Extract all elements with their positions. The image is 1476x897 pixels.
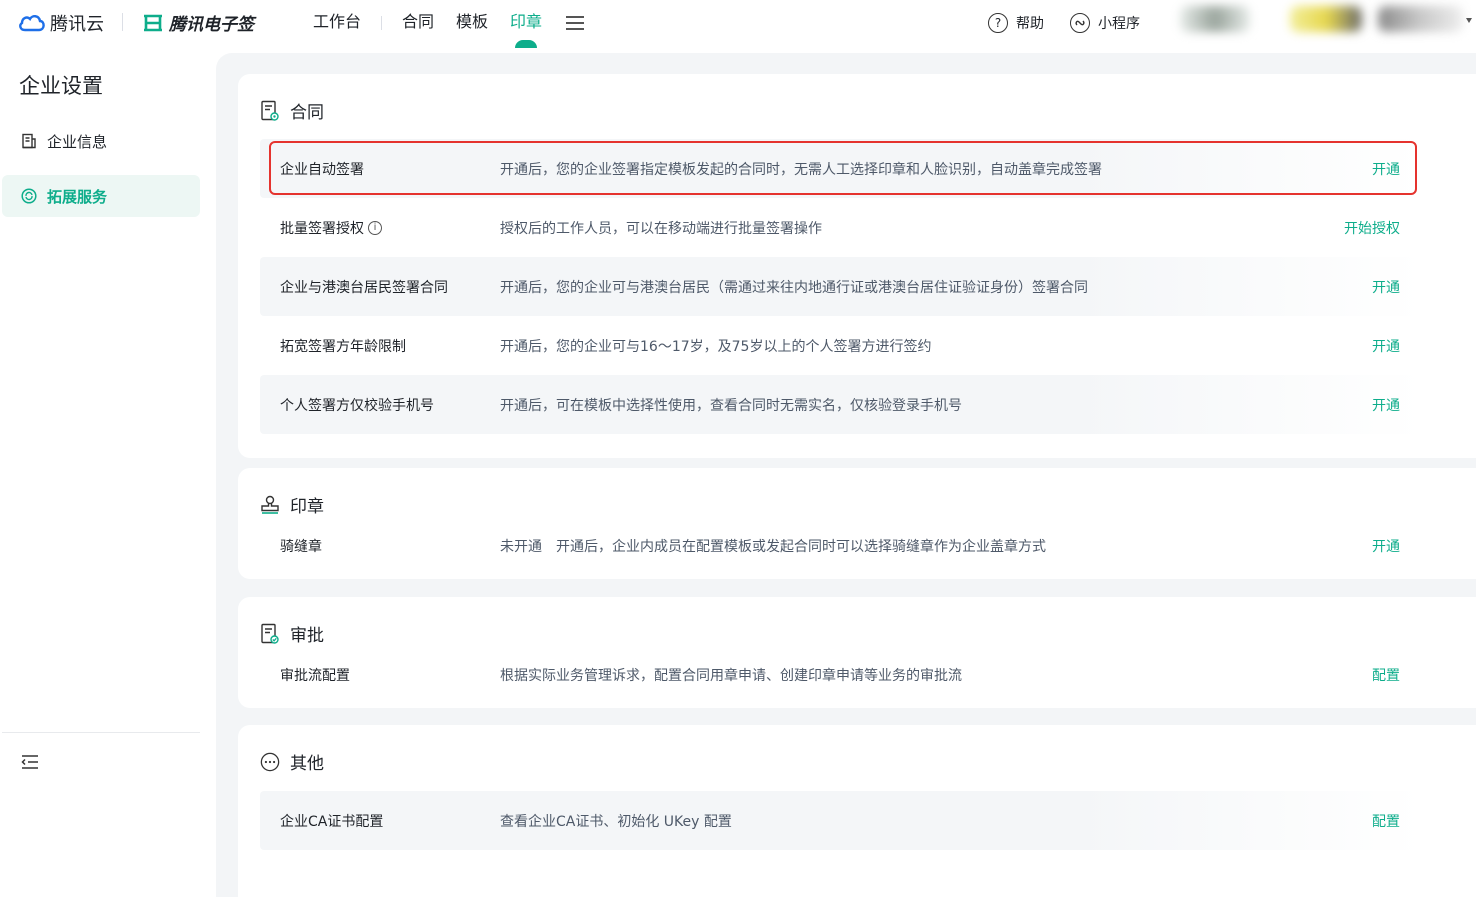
help-label: 帮助: [1016, 16, 1044, 32]
account-dropdown-icon[interactable]: [1466, 18, 1472, 23]
row-description: 查看企业CA证书、初始化 UKey 配置: [500, 813, 732, 830]
contract-section-header: 合同: [260, 98, 324, 123]
table-row: 企业自动签署 开通后，您的企业签署指定模板发起的合同时，无需人工选择印章和人脸识…: [260, 139, 1422, 198]
row-description: 开通后，您的企业可与港澳台居民（需通过来往内地通行证或港澳台居住证验证身份）签署…: [500, 279, 1088, 296]
row-name: 骑缝章: [280, 538, 322, 555]
tencent-cloud-logo[interactable]: 腾讯云: [18, 10, 104, 36]
esign-logo-icon: [144, 14, 162, 31]
more-circle-icon: [260, 752, 280, 772]
stamp-icon: [260, 495, 280, 515]
row-description: 开通后，您的企业签署指定模板发起的合同时，无需人工选择印章和人脸识别，自动盖章完…: [500, 161, 1102, 178]
nav-item-template[interactable]: 模板: [456, 0, 488, 46]
contract-section-card: 合同 企业自动签署 开通后，您的企业签署指定模板发起的合同时，无需人工选择印章和…: [238, 74, 1476, 458]
blurred-user-info: [1180, 6, 1250, 32]
blurred-org-info[interactable]: [1378, 6, 1463, 32]
sidebar-item-label: 拓展服务: [47, 187, 108, 206]
nav-item-contract[interactable]: 合同: [402, 0, 434, 46]
other-section-header: 其他: [260, 749, 324, 774]
more-menu-icon[interactable]: [566, 16, 585, 30]
building-doc-icon: [21, 133, 37, 149]
info-icon[interactable]: i: [368, 220, 382, 235]
enable-paging-seal-button[interactable]: 开通: [1372, 536, 1400, 556]
collapse-sidebar-icon[interactable]: [21, 754, 39, 770]
row-name: 企业CA证书配置: [280, 813, 384, 830]
question-circle-icon: ?: [988, 13, 1008, 33]
enable-hmt-sign-button[interactable]: 开通: [1372, 277, 1400, 297]
sidebar-item-label: 企业信息: [47, 132, 108, 151]
nav-separator: [381, 16, 383, 30]
row-name: 个人签署方仅校验手机号: [280, 397, 434, 414]
row-name-label: 批量签署授权: [280, 220, 364, 237]
help-button[interactable]: ? 帮助: [988, 13, 1044, 33]
start-authorization-button[interactable]: 开始授权: [1344, 218, 1400, 238]
header-tools: ? 帮助 小程序: [988, 0, 1140, 46]
miniprogram-label: 小程序: [1098, 16, 1140, 32]
sidebar-divider: [2, 732, 200, 733]
row-name: 审批流配置: [280, 667, 350, 684]
nav-item-seal-label: 印章: [510, 12, 543, 31]
row-name: 企业与港澳台居民签署合同: [280, 279, 448, 296]
configure-ca-cert-button[interactable]: 配置: [1372, 811, 1400, 831]
enable-auto-sign-button[interactable]: 开通: [1372, 159, 1400, 179]
row-description: 开通后，可在模板中选择性使用，查看合同时无需实名，仅核验登录手机号: [500, 397, 962, 414]
sidebar-title: 企业设置: [19, 74, 103, 98]
table-row: 审批流配置 根据实际业务管理诉求，配置合同用章申请、创建印章申请等业务的审批流 …: [260, 645, 1422, 704]
enable-phone-verify-button[interactable]: 开通: [1372, 395, 1400, 415]
section-title: 印章: [290, 497, 324, 517]
esign-brand-label: 腾讯电子签: [169, 15, 254, 35]
miniprogram-button[interactable]: 小程序: [1070, 13, 1140, 33]
configure-approval-button[interactable]: 配置: [1372, 665, 1400, 685]
nav-item-seal[interactable]: 印章: [510, 0, 543, 48]
table-row: 个人签署方仅校验手机号 开通后，可在模板中选择性使用，查看合同时无需实名，仅核验…: [260, 375, 1422, 434]
sidebar-item-company-info[interactable]: 企业信息: [2, 120, 200, 162]
row-description: 未开通 开通后，企业内成员在配置模板或发起合同时可以选择骑缝章作为企业盖章方式: [500, 538, 1046, 555]
sidebar-item-extended-services[interactable]: 拓展服务: [2, 175, 200, 217]
seal-section-header: 印章: [260, 492, 324, 517]
row-name: 企业自动签署: [280, 161, 364, 178]
row-description: 开通后，您的企业可与16～17岁，及75岁以上的个人签署方进行签约: [500, 338, 932, 355]
main-nav: 工作台 合同 模板 印章: [313, 0, 585, 48]
top-navigation-bar: 腾讯云 腾讯电子签 工作台 合同 模板 印章 ? 帮助 小程序: [0, 0, 1476, 48]
miniprogram-icon: [1070, 13, 1090, 33]
enable-age-limit-button[interactable]: 开通: [1372, 336, 1400, 356]
section-title: 合同: [290, 103, 324, 123]
cloud-icon: [19, 15, 45, 32]
table-row: 批量签署授权 i 授权后的工作人员，可以在移动端进行批量签署操作 开始授权: [260, 198, 1422, 257]
table-row: 骑缝章 未开通 开通后，企业内成员在配置模板或发起合同时可以选择骑缝章作为企业盖…: [260, 516, 1422, 575]
section-title: 审批: [290, 626, 324, 646]
row-name: 批量签署授权 i: [280, 218, 382, 238]
table-row: 企业与港澳台居民签署合同 开通后，您的企业可与港澳台居民（需通过来往内地通行证或…: [260, 257, 1422, 316]
refresh-circle-icon: [21, 188, 37, 204]
section-title: 其他: [290, 754, 324, 774]
approval-section-card: 审批 审批流配置 根据实际业务管理诉求，配置合同用章申请、创建印章申请等业务的审…: [238, 597, 1476, 708]
nav-item-workbench[interactable]: 工作台: [313, 0, 361, 46]
blurred-account-info: [1290, 6, 1362, 32]
esign-logo[interactable]: 腾讯电子签: [143, 10, 254, 35]
row-description: 授权后的工作人员，可以在移动端进行批量签署操作: [500, 220, 822, 237]
table-row: 企业CA证书配置 查看企业CA证书、初始化 UKey 配置 配置: [260, 791, 1422, 850]
contract-doc-icon: [260, 100, 280, 121]
tencent-cloud-label: 腾讯云: [50, 14, 104, 35]
approval-doc-icon: [260, 623, 280, 644]
row-description: 根据实际业务管理诉求，配置合同用章申请、创建印章申请等业务的审批流: [500, 667, 962, 684]
other-section-card: 其他 企业CA证书配置 查看企业CA证书、初始化 UKey 配置 配置: [238, 725, 1476, 897]
row-name: 拓宽签署方年龄限制: [280, 338, 406, 355]
logo-divider: [122, 13, 123, 31]
active-nav-indicator: [515, 40, 538, 48]
sidebar: 企业设置 企业信息 拓展服务: [0, 46, 216, 897]
approval-section-header: 审批: [260, 621, 324, 646]
table-row: 拓宽签署方年龄限制 开通后，您的企业可与16～17岁，及75岁以上的个人签署方进…: [260, 316, 1422, 375]
seal-section-card: 印章 骑缝章 未开通 开通后，企业内成员在配置模板或发起合同时可以选择骑缝章作为…: [238, 468, 1476, 579]
